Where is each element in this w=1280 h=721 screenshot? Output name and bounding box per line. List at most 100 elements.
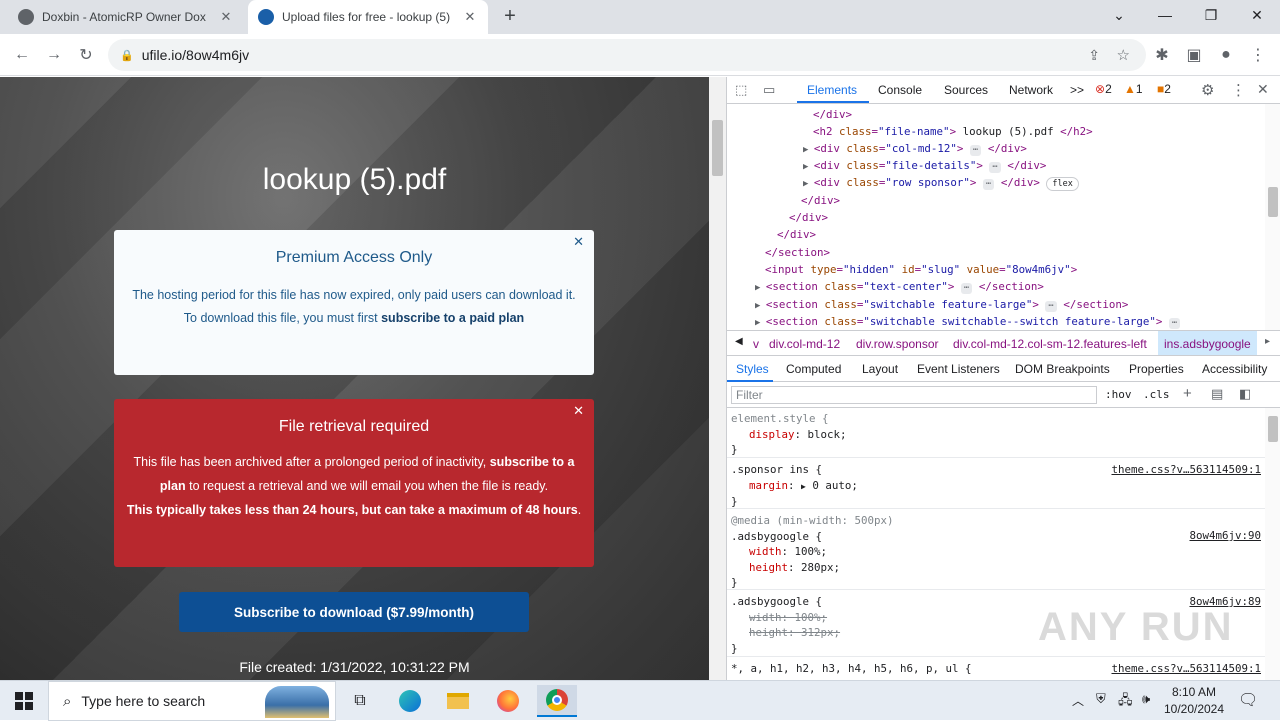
tab-doxbin[interactable]: Doxbin - AtomicRP Owner Dox ✕: [8, 0, 244, 34]
ellipsis-badge[interactable]: ⋯: [982, 179, 995, 190]
ellipsis-badge[interactable]: ⋯: [1168, 318, 1181, 329]
tab-event-listeners[interactable]: Event Listeners: [917, 362, 1000, 376]
chevron-up-icon[interactable]: ︿: [1072, 692, 1084, 709]
edge-browser-icon[interactable]: [390, 685, 430, 717]
breadcrumb-item[interactable]: div.col-md-12: [769, 337, 840, 351]
breadcrumb-item-selected[interactable]: ins.adsbygoogle: [1158, 331, 1257, 355]
dom-line[interactable]: <h2 class="file-name"> lookup (5).pdf </…: [813, 123, 1093, 140]
tab-sources[interactable]: Sources: [944, 83, 988, 97]
breadcrumb-scroll-left-icon[interactable]: ◀: [735, 336, 743, 347]
bookmark-star-icon[interactable]: ☆: [1117, 46, 1130, 64]
style-rule[interactable]: theme.css?v…563114509:1 *, a, h1, h2, h3…: [727, 658, 1265, 680]
dom-line[interactable]: </div>: [801, 192, 840, 209]
inspect-element-icon[interactable]: ⬚: [735, 82, 747, 98]
cls-toggle[interactable]: .cls: [1143, 388, 1170, 401]
expand-arrow-icon[interactable]: ▶: [755, 318, 766, 328]
maximize-icon[interactable]: ❐: [1188, 0, 1234, 30]
breadcrumb-item[interactable]: div.row.sponsor: [856, 337, 938, 351]
breadcrumb-item[interactable]: v: [753, 337, 759, 351]
reload-icon[interactable]: ↻: [73, 42, 99, 68]
new-tab-button[interactable]: +: [498, 4, 522, 28]
style-property[interactable]: display: block;: [731, 427, 1261, 443]
dom-line[interactable]: </div>: [813, 106, 852, 123]
dom-line[interactable]: </section>: [765, 244, 830, 261]
ellipsis-badge[interactable]: ⋯: [989, 162, 1001, 173]
tab-network[interactable]: Network: [1009, 83, 1053, 97]
tab-console[interactable]: Console: [878, 83, 922, 97]
close-tab-icon[interactable]: ✕: [462, 9, 478, 25]
expand-arrow-icon[interactable]: ▶: [803, 162, 814, 172]
breadcrumb-item[interactable]: div.col-md-12.col-sm-12.features-left: [953, 337, 1147, 351]
security-tray-icon[interactable]: ⛨: [1096, 691, 1106, 707]
style-rule[interactable]: @media (min-width: 500px) 8ow4m6jv:90 .a…: [727, 510, 1265, 590]
minimize-icon[interactable]: —: [1142, 0, 1188, 30]
error-counter[interactable]: ⊗2: [1095, 82, 1112, 96]
tab-accessibility[interactable]: Accessibility: [1202, 362, 1267, 376]
tab-layout[interactable]: Layout: [862, 362, 898, 376]
page-scrollbar[interactable]: [709, 77, 726, 680]
issues-counter[interactable]: ■2: [1157, 82, 1171, 96]
styles-filter-input[interactable]: Filter: [731, 386, 1097, 404]
breadcrumb-scroll-right-icon[interactable]: ▸: [1265, 336, 1270, 347]
system-clock[interactable]: 8:10 AM 10/20/2024: [1156, 684, 1232, 718]
source-link[interactable]: theme.css?v…563114509:1: [1111, 462, 1261, 478]
more-tabs-icon[interactable]: >>: [1070, 83, 1084, 97]
profile-avatar-icon[interactable]: ●: [1213, 42, 1239, 68]
expand-arrow-icon[interactable]: ▶: [803, 179, 814, 189]
taskbar-search-box[interactable]: ⌕ Type here to search: [48, 681, 336, 721]
forward-icon[interactable]: →: [41, 42, 67, 68]
task-view-icon[interactable]: ⧉: [340, 685, 380, 717]
dom-line[interactable]: </div>: [789, 209, 828, 226]
share-icon[interactable]: ⇪: [1088, 47, 1100, 64]
source-link[interactable]: 8ow4m6jv:90: [1189, 528, 1261, 544]
styles-scrollbar[interactable]: [1265, 408, 1280, 680]
device-toolbar-icon[interactable]: ▭: [763, 82, 775, 98]
tab-search-icon[interactable]: ⌄: [1096, 0, 1142, 30]
computed-sidebar-icon[interactable]: ◧: [1239, 386, 1251, 402]
scrollbar-thumb[interactable]: [1268, 416, 1278, 442]
dom-tree-scrollbar[interactable]: [1265, 104, 1280, 330]
dom-line[interactable]: <input type="hidden" id="slug" value="8o…: [765, 261, 1077, 278]
close-window-icon[interactable]: ✕: [1234, 0, 1280, 30]
file-explorer-icon[interactable]: [438, 685, 478, 717]
close-tab-icon[interactable]: ✕: [218, 9, 234, 25]
expand-arrow-icon[interactable]: ▶: [803, 145, 814, 155]
volume-icon[interactable]: 🕪: [1142, 691, 1150, 707]
ellipsis-badge[interactable]: ⋯: [969, 145, 982, 156]
tab-styles[interactable]: Styles: [736, 362, 769, 376]
flex-badge[interactable]: flex: [1046, 177, 1079, 191]
scrollbar-thumb[interactable]: [712, 120, 723, 176]
side-panel-icon[interactable]: ▣: [1181, 42, 1207, 68]
tab-computed[interactable]: Computed: [786, 362, 841, 376]
close-devtools-icon[interactable]: ✕: [1257, 81, 1269, 98]
expand-arrow-icon[interactable]: ▶: [801, 482, 806, 491]
expand-arrow-icon[interactable]: ▶: [755, 301, 766, 311]
dom-line[interactable]: ▶ <div class="row sponsor"> ⋯ </div> fle…: [803, 174, 1079, 193]
tab-properties[interactable]: Properties: [1129, 362, 1184, 376]
dom-line[interactable]: </div>: [777, 226, 816, 243]
firefox-icon[interactable]: [488, 685, 528, 717]
new-rule-plus-icon[interactable]: +: [1183, 385, 1192, 402]
dom-line[interactable]: ▶ <section class="text-center"> ⋯ </sect…: [755, 278, 1044, 297]
warning-counter[interactable]: ▲1: [1124, 82, 1143, 96]
style-rule[interactable]: theme.css?v…563114509:1 .sponsor ins { m…: [727, 459, 1265, 509]
expand-arrow-icon[interactable]: ▶: [755, 283, 766, 293]
chrome-icon[interactable]: [537, 685, 577, 717]
close-icon[interactable]: ✕: [573, 234, 584, 250]
ellipsis-badge[interactable]: ⋯: [1045, 301, 1057, 312]
start-button[interactable]: [0, 681, 48, 721]
tab-ufile[interactable]: Upload files for free - lookup (5) ✕: [248, 0, 488, 34]
settings-gear-icon[interactable]: ⚙: [1201, 81, 1214, 99]
devtools-menu-icon[interactable]: ⋮: [1231, 81, 1246, 99]
subscribe-to-download-button[interactable]: Subscribe to download ($7.99/month): [179, 592, 529, 632]
style-property[interactable]: height: 280px;: [731, 560, 1261, 576]
extensions-icon[interactable]: ✱: [1149, 42, 1175, 68]
address-bar[interactable]: 🔒 ufile.io/8ow4m6jv ⇪ ☆: [108, 39, 1146, 71]
ellipsis-badge[interactable]: ⋯: [960, 283, 973, 294]
tab-elements[interactable]: Elements: [807, 83, 857, 97]
menu-kebab-icon[interactable]: ⋮: [1245, 42, 1271, 68]
back-icon[interactable]: ←: [9, 42, 35, 68]
style-property[interactable]: width: 100%;: [731, 544, 1261, 560]
subscribe-plan-link[interactable]: subscribe to a paid plan: [381, 311, 524, 325]
tab-dom-breakpoints[interactable]: DOM Breakpoints: [1015, 362, 1110, 376]
